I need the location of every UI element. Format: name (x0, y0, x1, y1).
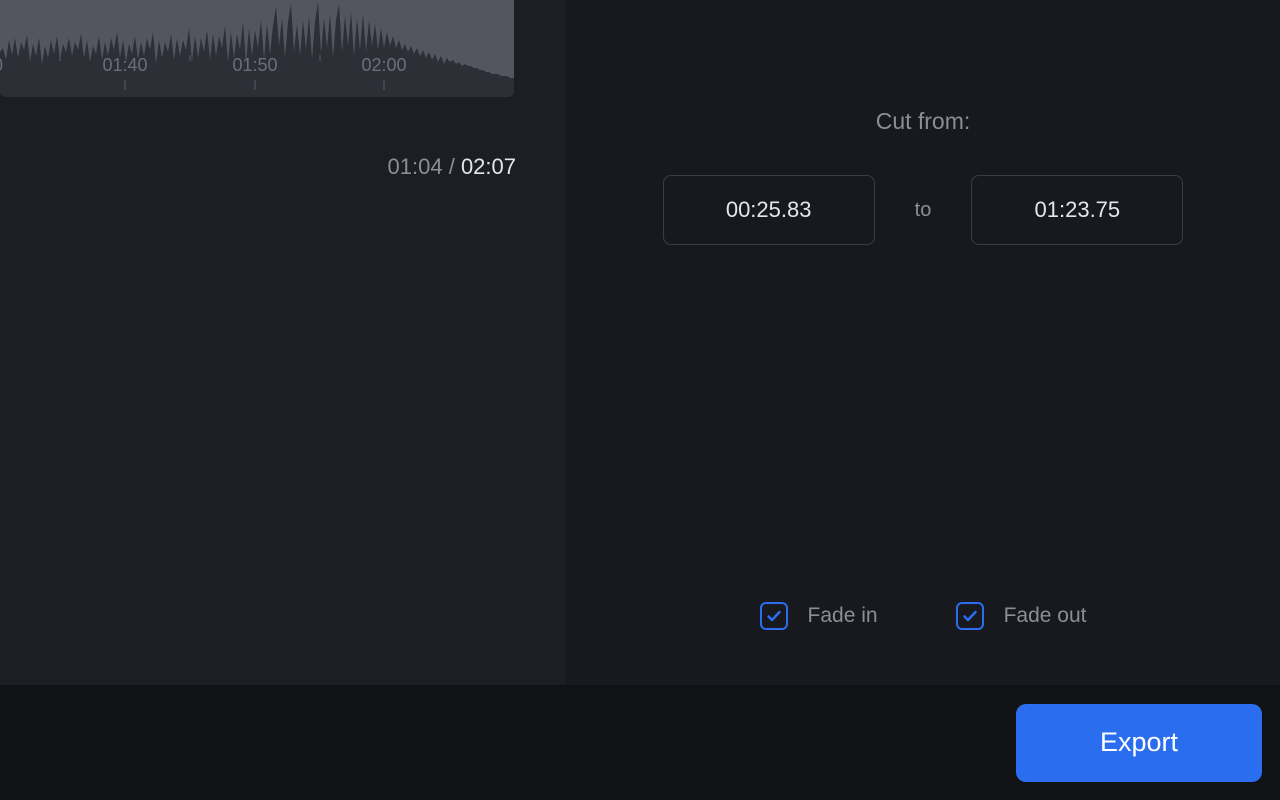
cut-from-input[interactable] (663, 175, 875, 245)
fade-out-checkbox[interactable] (956, 602, 984, 630)
to-label: to (915, 199, 932, 222)
tick-mark (60, 55, 61, 61)
footer-bar: Export (0, 685, 1280, 800)
fade-out-label: Fade out (1004, 604, 1087, 628)
current-time: 01:04 (388, 154, 443, 179)
check-icon (766, 608, 782, 624)
tick-label: 01:40 (102, 55, 147, 76)
tick-mark (449, 55, 450, 61)
cut-to-input[interactable] (971, 175, 1183, 245)
fade-in-label: Fade in (808, 604, 878, 628)
main-area: 0 01:40 01:50 02:00 (0, 0, 1280, 685)
fade-options: Fade in Fade out (566, 602, 1280, 630)
check-icon (962, 608, 978, 624)
waveform-panel: 0 01:40 01:50 02:00 (0, 0, 566, 685)
time-separator: / (443, 154, 461, 179)
cut-inputs: to (663, 175, 1184, 245)
tick-mark (383, 80, 384, 90)
fade-in-checkbox[interactable] (760, 602, 788, 630)
cut-section: Cut from: to (566, 108, 1280, 245)
total-time: 02:07 (461, 154, 516, 179)
cut-from-label: Cut from: (876, 108, 971, 135)
fade-out-option: Fade out (956, 602, 1087, 630)
tick-mark (320, 55, 321, 61)
tick-mark (124, 80, 125, 90)
fade-in-option: Fade in (760, 602, 878, 630)
timeline-ticks: 0 01:40 01:50 02:00 (0, 55, 514, 97)
tick-mark (190, 55, 191, 61)
controls-panel: Cut from: to Fade in (566, 0, 1280, 685)
tick-label: 01:50 (232, 55, 277, 76)
export-button[interactable]: Export (1016, 704, 1262, 782)
tick-mark (254, 80, 255, 90)
tick-label: 02:00 (361, 55, 406, 76)
tick-label: 0 (0, 55, 3, 76)
playback-time: 01:04 / 02:07 (388, 154, 516, 180)
waveform-display[interactable]: 0 01:40 01:50 02:00 (0, 0, 514, 97)
